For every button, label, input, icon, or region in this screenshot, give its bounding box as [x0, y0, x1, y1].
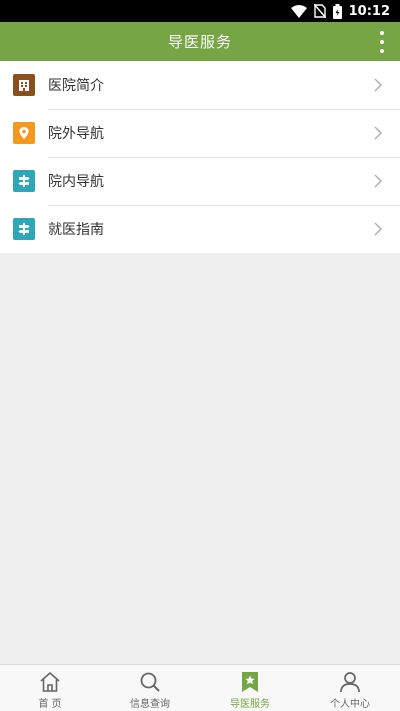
battery-icon	[332, 3, 342, 19]
no-sim-icon	[313, 4, 326, 18]
search-icon	[140, 672, 160, 692]
chevron-right-icon	[374, 174, 383, 188]
list-item-label: 医院简介	[48, 78, 104, 94]
list-item-label: 就医指南	[48, 222, 104, 238]
list-item-medical-guide[interactable]: 就医指南	[0, 205, 400, 253]
chevron-right-icon	[374, 78, 383, 92]
wifi-icon	[290, 4, 307, 18]
tab-label: 首 页	[38, 699, 62, 710]
signpost-icon	[13, 218, 35, 240]
list-item-label: 院内导航	[48, 174, 104, 190]
tab-personal-center[interactable]: 个人中心	[300, 665, 400, 711]
chevron-right-icon	[374, 222, 383, 236]
status-time: 10:12	[348, 3, 390, 19]
service-list: 医院简介 院外导航 院内导航 就医指南	[0, 61, 400, 253]
tab-guide-service[interactable]: 导医服务	[200, 665, 300, 711]
chevron-right-icon	[374, 126, 383, 140]
more-menu-button[interactable]	[378, 31, 386, 53]
page-title: 导医服务	[167, 33, 232, 51]
list-item-label: 院外导航	[48, 126, 104, 142]
tab-info-query[interactable]: 信息查询	[100, 665, 200, 711]
tab-label: 个人中心	[330, 699, 370, 710]
app-bar: 导医服务	[0, 22, 400, 61]
tab-label: 信息查询	[130, 699, 170, 710]
tab-home[interactable]: 首 页	[0, 665, 100, 711]
location-pin-icon	[13, 122, 35, 144]
hospital-building-icon	[13, 74, 35, 96]
status-bar: 10:12	[0, 0, 400, 22]
bookmark-star-icon	[242, 672, 258, 692]
list-item-outside-navigation[interactable]: 院外导航	[0, 109, 400, 157]
list-item-inside-navigation[interactable]: 院内导航	[0, 157, 400, 205]
tab-label: 导医服务	[230, 699, 270, 710]
signpost-icon	[13, 170, 35, 192]
list-item-hospital-intro[interactable]: 医院简介	[0, 61, 400, 109]
more-vert-icon	[380, 31, 384, 35]
person-icon	[340, 672, 360, 693]
home-icon	[40, 672, 60, 692]
bottom-tab-bar: 首 页 信息查询 导医服务 个人中心	[0, 664, 400, 711]
